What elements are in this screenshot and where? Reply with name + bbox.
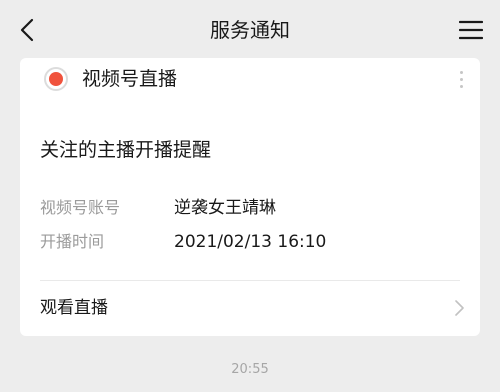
field-label-start-time: 开播时间: [40, 232, 105, 251]
field-value-account: 逆袭女王靖琳: [174, 198, 276, 218]
hamburger-menu-icon: [459, 20, 483, 40]
chevron-right-icon: [452, 298, 466, 318]
notification-title: 关注的主播开播提醒: [40, 139, 212, 161]
live-record-icon: [44, 67, 68, 91]
field-value-start-time: 2021/02/13 16:10: [174, 232, 327, 252]
message-timestamp: 20:55: [231, 362, 269, 377]
field-label-account: 视频号账号: [40, 198, 121, 217]
page-title: 服务通知: [210, 18, 290, 42]
more-vertical-icon[interactable]: [454, 64, 468, 94]
nav-bar: 服务通知: [0, 0, 500, 60]
watch-live-label: 观看直播: [40, 298, 108, 318]
card-header[interactable]: 视频号直播: [20, 58, 480, 102]
menu-button[interactable]: [456, 16, 486, 44]
watch-live-button[interactable]: 观看直播: [20, 281, 480, 336]
source-name: 视频号直播: [82, 68, 178, 90]
notification-card: 视频号直播 关注的主播开播提醒 视频号账号 逆袭女王靖琳 开播时间 2021/0…: [20, 58, 480, 336]
